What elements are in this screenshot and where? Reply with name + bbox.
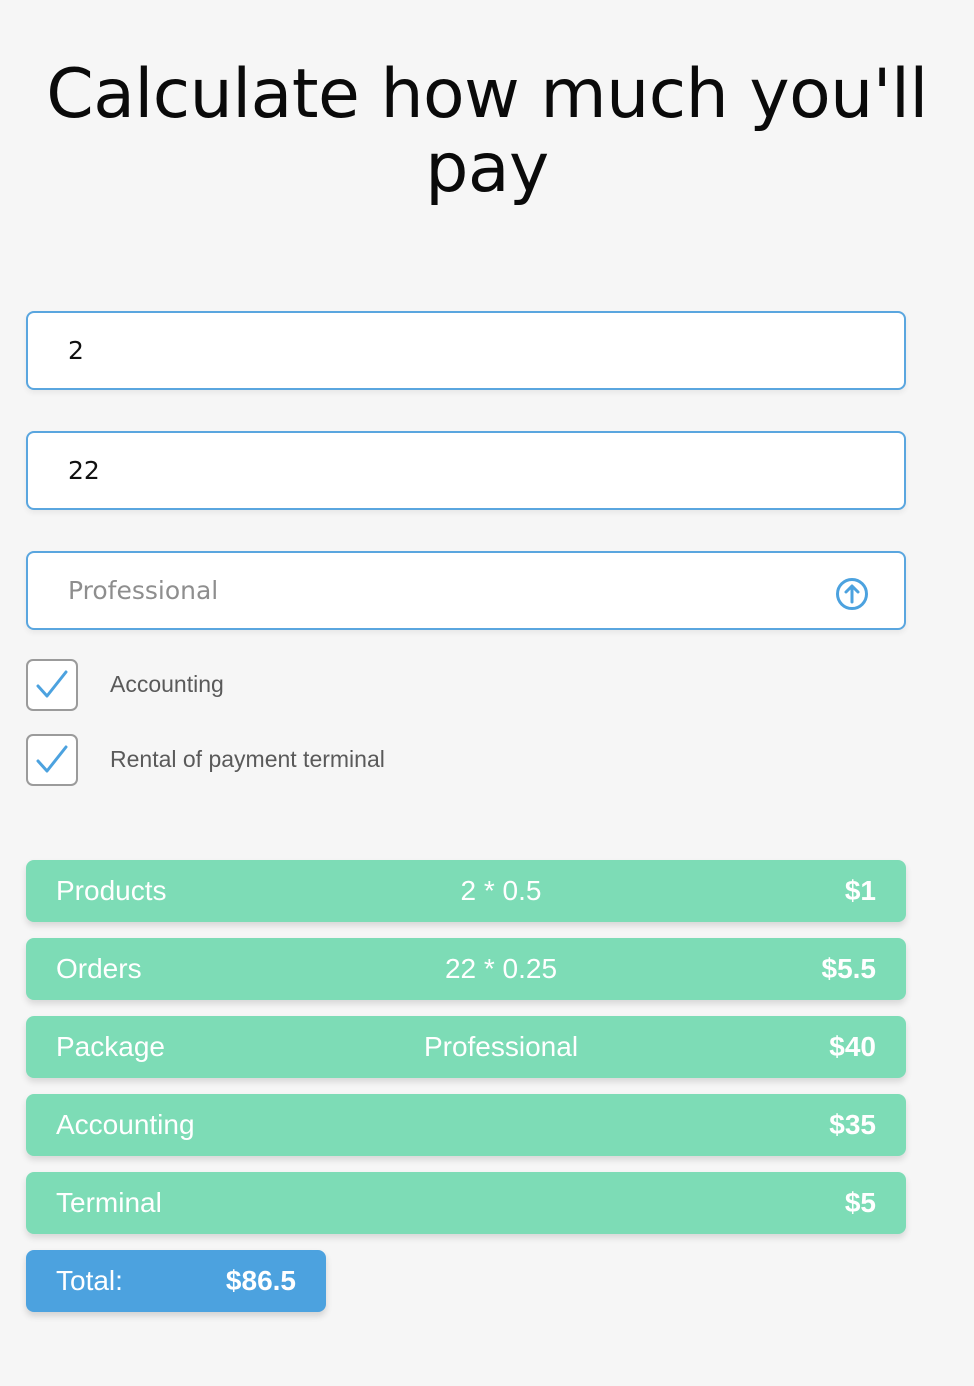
terminal-rental-label: Rental of payment terminal [110, 746, 385, 772]
arrow-up-circle-icon[interactable] [835, 577, 869, 611]
breakdown-row-package: Package Professional $40 [26, 1016, 906, 1078]
terminal-rental-checkbox[interactable] [26, 734, 78, 786]
checkmark-icon [36, 745, 68, 773]
total-value: $86.5 [225, 1265, 296, 1296]
row-price: $40 [829, 1031, 876, 1062]
row-label: Accounting [56, 1109, 195, 1140]
row-detail: 2 * 0.5 [460, 875, 542, 906]
orders-field[interactable] [26, 431, 906, 510]
breakdown-row-orders: Orders 22 * 0.25 $5.5 [26, 938, 906, 1000]
package-selected-value: Professional [68, 576, 219, 605]
option-accounting[interactable]: Accounting [26, 659, 526, 711]
breakdown-row-products: Products 2 * 0.5 $1 [26, 860, 906, 922]
accounting-checkbox[interactable] [26, 659, 78, 711]
breakdown-row-accounting: Accounting $35 [26, 1094, 906, 1156]
row-price: $5.5 [821, 953, 877, 984]
option-terminal-rental[interactable]: Rental of payment terminal [26, 734, 526, 786]
row-price: $5 [844, 1187, 876, 1218]
accounting-label: Accounting [110, 671, 224, 697]
page-title: Calculate how much you'll pay [46, 55, 928, 208]
total-label: Total: [56, 1265, 123, 1296]
total-badge: Total: $86.5 [26, 1250, 326, 1312]
products-input[interactable] [68, 313, 808, 388]
orders-input[interactable] [68, 433, 808, 508]
products-field[interactable] [26, 311, 906, 390]
row-price: $1 [844, 875, 876, 906]
package-select[interactable]: Professional [26, 551, 906, 630]
calculator-page: Calculate how much you'll pay Profession… [0, 0, 974, 1386]
checkmark-icon [36, 670, 68, 698]
breakdown-row-terminal: Terminal $5 [26, 1172, 906, 1234]
row-price: $35 [829, 1109, 876, 1140]
row-label: Terminal [56, 1187, 162, 1218]
